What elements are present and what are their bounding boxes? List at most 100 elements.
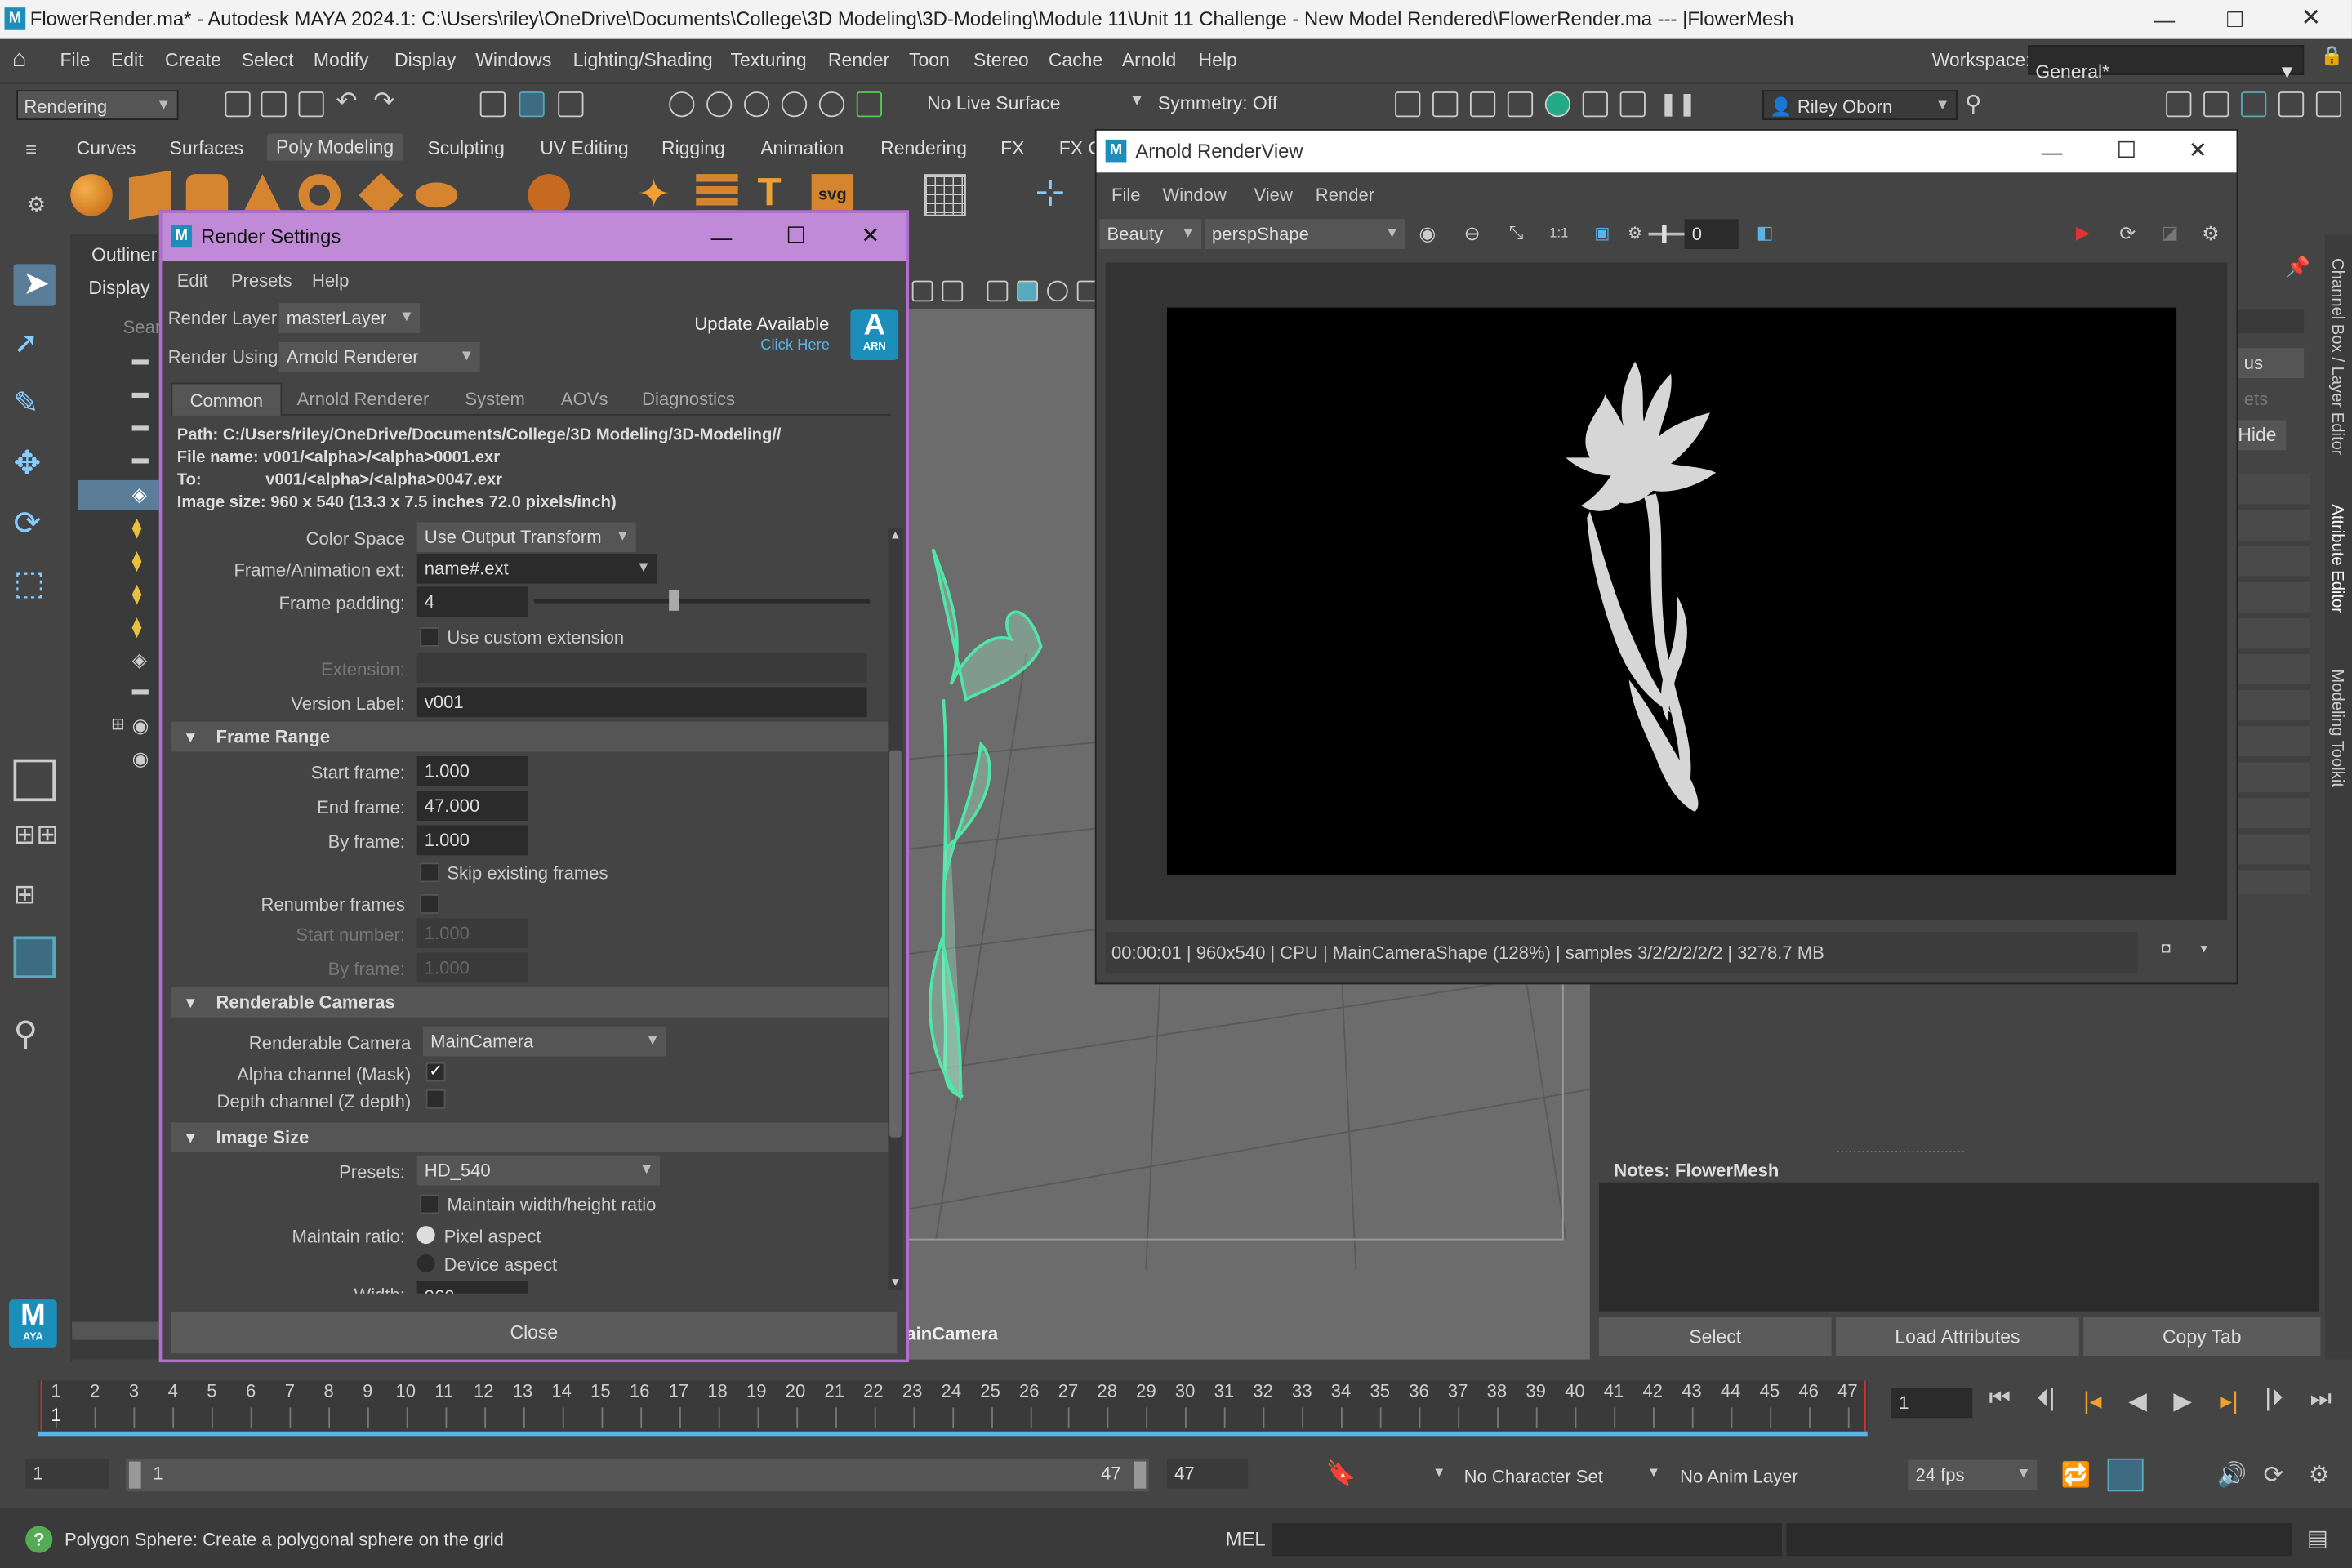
aov-dropdown[interactable]: Beauty ▼	[1099, 219, 1202, 249]
rs-menu-presets[interactable]: Presets	[231, 270, 292, 292]
poly-type-icon[interactable]: T	[758, 170, 782, 216]
script-editor-icon[interactable]: ▤	[2307, 1525, 2328, 1552]
render-sequence-icon[interactable]	[1432, 91, 1459, 118]
close-button[interactable]: Close	[171, 1311, 898, 1354]
scroll-down-icon[interactable]: ▼	[889, 1276, 902, 1290]
bookmark-icon[interactable]: 🔖	[1326, 1459, 1356, 1489]
scale-tool-icon[interactable]: ⬚	[14, 564, 56, 606]
settings-gear-icon[interactable]: ⚙	[2202, 222, 2219, 246]
sculpt-icon[interactable]: ⊹	[1035, 171, 1065, 214]
snapshot-icon[interactable]: ◘	[2162, 941, 2171, 957]
channel-box-icon[interactable]	[2315, 91, 2342, 118]
zoom-search-icon[interactable]: ⚲	[14, 1014, 56, 1056]
mel-label[interactable]: MEL	[1226, 1527, 1266, 1550]
pin-icon[interactable]: 📌	[2286, 255, 2310, 278]
arv-menu-window[interactable]: Window	[1162, 185, 1226, 206]
poly-disc-icon[interactable]	[415, 182, 458, 208]
presets-dropdown[interactable]: HD_540 ▼	[416, 1155, 661, 1186]
notes-textarea[interactable]	[1598, 1182, 2319, 1312]
menu-toon[interactable]: Toon	[909, 50, 950, 71]
outliner-mesh-icon[interactable]: ◈	[132, 648, 147, 672]
render-using-dropdown[interactable]: Arnold Renderer ▼	[278, 341, 480, 372]
tab-diagnostics[interactable]: Diagnostics	[642, 389, 735, 410]
undo-icon[interactable]: ↶	[336, 87, 357, 118]
select-button[interactable]: Select	[1598, 1317, 1832, 1356]
depth-channel-checkbox[interactable]	[425, 1089, 446, 1109]
image-size-section[interactable]: Image Size	[171, 1122, 889, 1153]
viewport-camera-icon[interactable]	[911, 280, 933, 302]
shelf-tab-fx[interactable]: FX	[1000, 138, 1024, 159]
snap-toggle-icon[interactable]	[856, 91, 882, 118]
menu-select[interactable]: Select	[242, 50, 294, 71]
frame-padding-slider[interactable]	[533, 599, 871, 604]
frame-padding-slider-handle[interactable]	[668, 590, 679, 611]
shelf-tab-animation[interactable]: Animation	[760, 138, 844, 159]
playback-speed-icon[interactable]: ⟳	[2264, 1460, 2284, 1490]
menu-display[interactable]: Display	[394, 50, 456, 71]
tab-system[interactable]: System	[465, 389, 524, 410]
menu-help[interactable]: Help	[1199, 50, 1237, 71]
user-account-dropdown[interactable]: 👤 Riley Oborn ▼	[1762, 90, 1958, 120]
select-hierarchy-icon[interactable]	[479, 91, 506, 118]
end-frame-field[interactable]: 47.000	[416, 791, 528, 822]
step-forward-frame-icon[interactable]: ▸|	[2220, 1387, 2238, 1417]
render-settings-icon[interactable]	[1507, 91, 1534, 118]
range-end-handle[interactable]	[1134, 1461, 1147, 1489]
select-component-icon[interactable]	[558, 91, 584, 118]
poly-cone-icon[interactable]	[243, 174, 283, 213]
outliner-light-icon[interactable]: ⧫	[132, 615, 142, 639]
menu-modify[interactable]: Modify	[314, 50, 369, 71]
open-scene-icon[interactable]	[261, 91, 287, 118]
close-icon[interactable]: ✕	[861, 213, 880, 261]
tab-arnold-renderer[interactable]: Arnold Renderer	[297, 389, 430, 410]
color-space-dropdown[interactable]: Use Output Transform ▼	[416, 522, 636, 553]
single-view-icon[interactable]	[13, 759, 56, 802]
outliner-display-menu[interactable]: Display	[88, 278, 149, 299]
outliner-light-icon[interactable]: ⧫	[132, 549, 142, 572]
attr-button[interactable]: us	[2234, 348, 2305, 378]
outliner-light-icon[interactable]: ⧫	[132, 582, 142, 606]
display-settings-icon[interactable]: ◧	[1757, 222, 1774, 243]
arv-menu-view[interactable]: View	[1254, 185, 1292, 206]
shelf-settings-gear-icon[interactable]: ⚙	[27, 192, 46, 217]
start-number-field[interactable]: 1.000	[416, 918, 528, 949]
minimize-icon[interactable]: —	[711, 213, 733, 261]
shelf-tab-sculpting[interactable]: Sculpting	[427, 138, 504, 159]
menu-lighting-shading[interactable]: Lighting/Shading	[573, 50, 713, 71]
range-start-handle[interactable]	[128, 1461, 141, 1489]
skip-existing-checkbox[interactable]	[420, 862, 440, 883]
move-tool-icon[interactable]: ✥	[14, 444, 56, 486]
fps-dropdown[interactable]: 24 fps ▼	[1908, 1459, 2038, 1490]
live-surface-label[interactable]: No Live Surface	[927, 93, 1060, 114]
four-view-icon[interactable]: ⊞⊞	[14, 819, 59, 861]
animation-end-field[interactable]: 47	[1166, 1458, 1249, 1489]
version-label-field[interactable]: v001	[416, 687, 867, 718]
camera-dropdown[interactable]: perspShape ▼	[1204, 219, 1405, 249]
tool-settings-icon[interactable]	[2278, 91, 2305, 118]
arv-menu-render[interactable]: Render	[1316, 185, 1374, 206]
command-line-input[interactable]	[1272, 1522, 1782, 1557]
width-field[interactable]: 960	[416, 1281, 528, 1294]
layout-icon-2[interactable]	[2203, 91, 2230, 118]
menu-edit[interactable]: Edit	[111, 50, 144, 71]
shelf-tab-rendering[interactable]: Rendering	[880, 138, 967, 159]
snap-view-plane-icon[interactable]	[781, 91, 808, 118]
stop-icon[interactable]: ◪	[2162, 222, 2179, 243]
search-icon[interactable]: ⚲	[1965, 90, 1981, 117]
light-editor-icon[interactable]	[1619, 91, 1646, 118]
tab-aovs[interactable]: AOVs	[561, 389, 608, 410]
character-set-label[interactable]: No Character Set	[1464, 1466, 1603, 1487]
arnold-logo[interactable]: A ARN	[850, 309, 899, 360]
current-frame-field[interactable]: 1	[1891, 1388, 1973, 1419]
outliner-camera-icon[interactable]: ◉	[132, 715, 149, 738]
select-object-icon[interactable]	[519, 91, 545, 118]
exposure-icon[interactable]: ⚙	[1628, 224, 1642, 243]
by-frame-field[interactable]: 1.000	[416, 825, 528, 856]
click-here-link[interactable]: Click Here	[760, 337, 830, 354]
minimize-icon[interactable]: —	[2042, 131, 2063, 172]
snap-point-icon[interactable]	[744, 91, 770, 118]
render-red-icon[interactable]: ▶	[2076, 222, 2090, 243]
auto-key-icon[interactable]	[2107, 1458, 2144, 1492]
maintain-ratio-checkbox[interactable]	[420, 1194, 440, 1214]
menuset-dropdown[interactable]: Rendering ▼	[16, 90, 179, 120]
